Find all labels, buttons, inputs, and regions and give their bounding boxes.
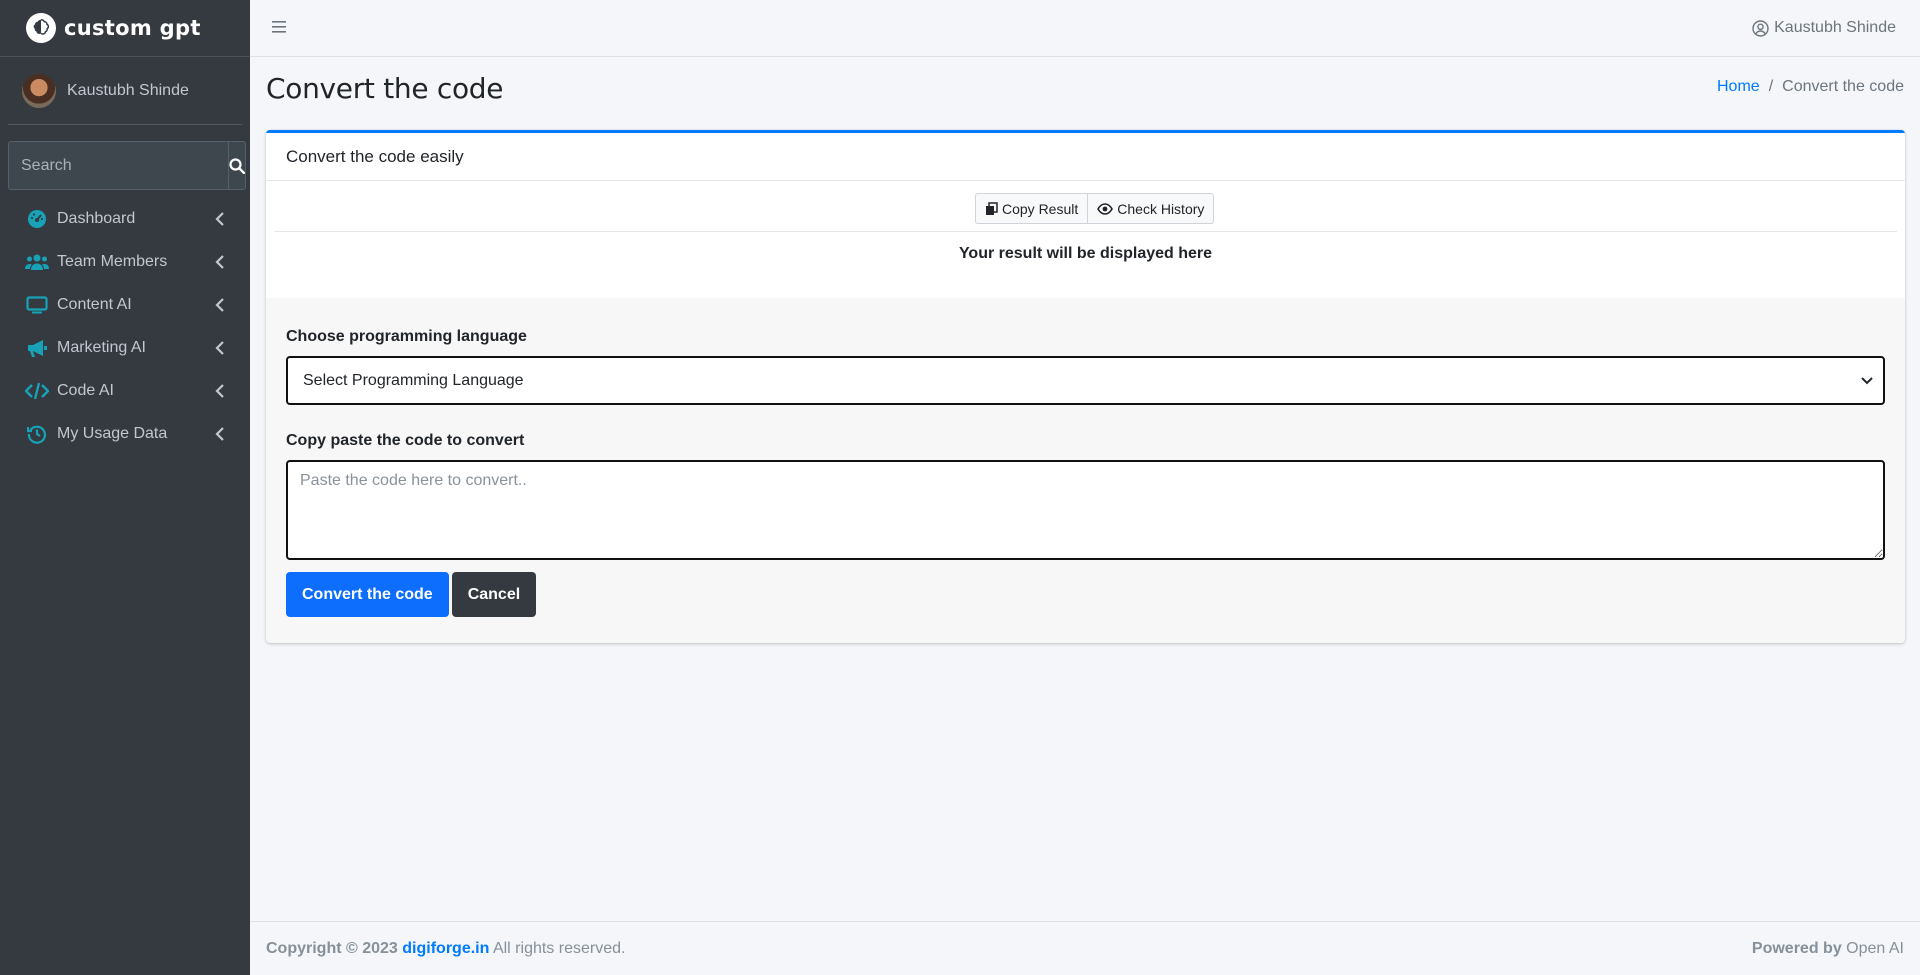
sidebar: custom gpt Kaustubh Shinde Dashboard Tea… — [0, 0, 250, 975]
chevron-left-icon — [210, 254, 230, 269]
card-title: Convert the code easily — [286, 146, 464, 166]
divider — [274, 231, 1897, 232]
breadcrumb: Home / Convert the code — [1717, 78, 1904, 96]
powered-by-name: Open AI — [1846, 939, 1904, 957]
top-user-name: Kaustubh Shinde — [1774, 19, 1896, 36]
sidebar-nav: Dashboard Team Members Content AI Market… — [8, 197, 242, 455]
sidebar-item-content-ai[interactable]: Content AI — [8, 283, 242, 326]
sidebar-item-code-ai[interactable]: Code AI — [8, 369, 242, 412]
search-button[interactable] — [228, 141, 246, 190]
sidebar-item-label: Code AI — [57, 381, 114, 399]
search-input[interactable] — [8, 141, 228, 190]
result-area: Copy Result Check History Your result wi… — [266, 181, 1905, 298]
search-icon — [229, 157, 245, 174]
top-navbar: Kaustubh Shinde — [250, 0, 1920, 57]
sidebar-item-dashboard[interactable]: Dashboard — [8, 197, 242, 240]
hamburger-menu-icon[interactable] — [272, 17, 288, 40]
eye-icon — [1097, 202, 1114, 215]
rights-text: All rights reserved. — [492, 939, 626, 957]
code-textarea[interactable] — [286, 460, 1885, 560]
code-icon — [25, 380, 49, 402]
user-panel[interactable]: Kaustubh Shinde — [8, 57, 242, 125]
users-icon — [25, 251, 49, 273]
chevron-left-icon — [210, 297, 230, 312]
language-select[interactable]: Select Programming Language — [286, 356, 1885, 405]
code-label: Copy paste the code to convert — [286, 432, 525, 449]
convert-card: Convert the code easily Copy Result Chec… — [266, 130, 1905, 643]
convert-button[interactable]: Convert the code — [286, 572, 449, 617]
copy-icon — [986, 201, 998, 215]
card-header: Convert the code easily — [266, 133, 1905, 181]
language-select-value: Select Programming Language — [303, 371, 524, 389]
footer: Copyright © 2023 digiforge.in All rights… — [250, 921, 1920, 975]
chevron-left-icon — [210, 383, 230, 398]
brain-logo-icon — [26, 13, 56, 43]
cancel-button[interactable]: Cancel — [451, 572, 537, 617]
sidebar-user-name[interactable]: Kaustubh Shinde — [67, 82, 189, 100]
top-user-menu[interactable]: Kaustubh Shinde — [1752, 19, 1896, 37]
chevron-left-icon — [210, 340, 230, 355]
copy-result-button[interactable]: Copy Result — [975, 193, 1089, 224]
dashboard-icon — [25, 208, 49, 230]
sidebar-item-label: My Usage Data — [57, 424, 168, 442]
sidebar-item-label: Content AI — [57, 295, 132, 313]
copyright-text: Copyright © 2023 — [266, 939, 398, 957]
check-history-button[interactable]: Check History — [1088, 193, 1215, 224]
brand-name: custom gpt — [64, 16, 201, 40]
convert-form: Choose programming language Select Progr… — [266, 298, 1905, 617]
breadcrumb-separator: / — [1768, 78, 1774, 95]
sidebar-item-my-usage-data[interactable]: My Usage Data — [8, 412, 242, 455]
brand-link[interactable]: custom gpt — [0, 0, 250, 57]
sidebar-item-team-members[interactable]: Team Members — [8, 240, 242, 283]
language-label: Choose programming language — [286, 328, 527, 345]
copy-result-label: Copy Result — [1002, 200, 1079, 217]
chevron-down-icon — [1861, 376, 1873, 384]
monitor-icon — [25, 294, 49, 316]
chevron-left-icon — [210, 426, 230, 441]
check-history-label: Check History — [1117, 200, 1205, 217]
avatar — [22, 73, 56, 108]
history-icon — [25, 423, 49, 445]
breadcrumb-home-link[interactable]: Home — [1717, 78, 1760, 96]
footer-copyright: Copyright © 2023 digiforge.in All rights… — [266, 940, 625, 958]
footer-site-link[interactable]: digiforge.in — [402, 940, 489, 957]
result-actions: Copy Result Check History — [975, 193, 1215, 224]
form-actions: Convert the code Cancel — [286, 572, 1885, 617]
powered-by-label: Powered by — [1751, 939, 1842, 957]
footer-powered: Powered by Open AI — [1752, 940, 1904, 958]
sidebar-item-label: Dashboard — [57, 209, 136, 227]
sidebar-search — [8, 141, 246, 190]
result-output: Your result will be displayed here — [958, 245, 1213, 262]
page-title: Convert the code — [266, 72, 504, 105]
sidebar-item-label: Marketing AI — [57, 338, 146, 356]
breadcrumb-current: Convert the code — [1782, 78, 1904, 95]
chevron-left-icon — [210, 211, 230, 226]
sidebar-item-label: Team Members — [57, 252, 168, 270]
sidebar-item-marketing-ai[interactable]: Marketing AI — [8, 326, 242, 369]
megaphone-icon — [25, 337, 49, 359]
user-circle-icon — [1752, 19, 1769, 37]
